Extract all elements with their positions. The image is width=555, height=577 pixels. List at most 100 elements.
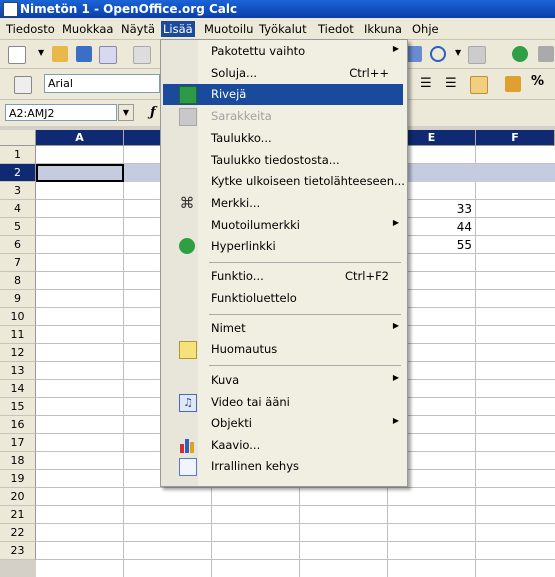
merge-cells-icon[interactable]	[470, 76, 488, 94]
row-header-8[interactable]: 8	[0, 272, 36, 290]
menu-muokkaa[interactable]: Muokkaa	[60, 21, 115, 37]
media-icon: ♫	[179, 394, 197, 412]
menu-item-irrallinen-kehys[interactable]: Irrallinen kehys	[163, 456, 403, 477]
percent-icon[interactable]: %	[531, 74, 544, 89]
menu-muotoilu[interactable]: Muotoilu	[202, 21, 255, 37]
menu-tyokalut[interactable]: Työkalut	[257, 21, 309, 37]
function-wizard-icon[interactable]: ƒ	[150, 105, 156, 120]
row-header-11[interactable]: 11	[0, 326, 36, 344]
menu-item-soluja[interactable]: Soluja... Ctrl++	[163, 63, 403, 84]
styles-icon[interactable]	[14, 76, 32, 94]
note-icon	[179, 341, 197, 359]
submenu-arrow-icon: ▶	[392, 416, 399, 425]
new-dropdown-icon[interactable]: ▼	[38, 48, 44, 57]
menu-item-nimet[interactable]: Nimet ▶	[163, 318, 403, 339]
title-bar: Nimetön 1 - OpenOffice.org Calc	[0, 0, 555, 18]
submenu-arrow-icon: ▶	[392, 373, 399, 382]
shortcut-funktio: Ctrl+F2	[344, 269, 389, 283]
menu-ohje[interactable]: Ohje	[410, 21, 441, 37]
menu-ikkuna[interactable]: Ikkuna	[362, 21, 404, 37]
column-header-a[interactable]: A	[36, 130, 124, 146]
menu-item-taulukko-tiedostosta[interactable]: Taulukko tiedostosta...	[163, 150, 403, 171]
menu-item-funktio[interactable]: Funktio... Ctrl+F2	[163, 266, 403, 287]
row-header-4[interactable]: 4	[0, 200, 36, 218]
menu-bar: Tiedosto Muokkaa Näytä Lisää Muotoilu Ty…	[0, 18, 555, 40]
paintbrush-icon[interactable]	[406, 46, 422, 62]
row-header-17[interactable]: 17	[0, 434, 36, 452]
row-header-20[interactable]: 20	[0, 488, 36, 506]
submenu-arrow-icon: ▶	[392, 44, 399, 53]
gallery-icon[interactable]	[538, 46, 554, 62]
row-header-15[interactable]: 15	[0, 398, 36, 416]
currency-icon[interactable]	[505, 76, 521, 92]
menu-separator	[209, 314, 401, 315]
menu-item-muotoilumerkki[interactable]: Muotoilumerkki ▶	[163, 215, 403, 236]
row-header-12[interactable]: 12	[0, 344, 36, 362]
menu-item-objekti[interactable]: Objekti ▶	[163, 413, 403, 434]
row-header-5[interactable]: 5	[0, 218, 36, 236]
name-box-dropdown-icon[interactable]: ▼	[118, 104, 134, 121]
chart-icon	[179, 437, 195, 453]
font-name-input[interactable]: Arial	[44, 74, 160, 93]
menu-item-huomautus[interactable]: Huomautus	[163, 339, 403, 360]
email-icon[interactable]	[99, 46, 117, 64]
window-title: Nimetön 1 - OpenOffice.org Calc	[20, 2, 238, 16]
menu-item-sarakkeita: Sarakkeita	[163, 106, 403, 127]
row-header-18[interactable]: 18	[0, 452, 36, 470]
row-header-21[interactable]: 21	[0, 506, 36, 524]
hyperlink-icon	[179, 238, 195, 254]
app-icon	[3, 2, 18, 17]
floating-frame-icon	[179, 458, 197, 476]
align-justify-icon[interactable]: ☰	[445, 76, 457, 91]
menu-item-merkki[interactable]: ⌘ Merkki...	[163, 193, 403, 214]
insert-rows-icon	[179, 86, 197, 104]
row-header-23[interactable]: 23	[0, 542, 36, 560]
open-folder-icon[interactable]	[52, 46, 68, 62]
row-header-2[interactable]: 2	[0, 164, 36, 182]
insert-menu: Pakotettu vaihto ▶ Soluja... Ctrl++ Rive…	[160, 39, 408, 487]
menu-tiedot[interactable]: Tiedot	[316, 21, 356, 37]
menu-nayta[interactable]: Näytä	[119, 21, 157, 37]
edit-file-icon[interactable]	[133, 46, 151, 64]
align-center-icon[interactable]: ☰	[420, 76, 432, 91]
undo-dropdown-icon[interactable]: ▼	[455, 48, 461, 57]
menu-item-funktioluettelo[interactable]: Funktioluettelo	[163, 288, 403, 309]
menu-separator	[209, 365, 401, 366]
column-header-f[interactable]: F	[476, 130, 555, 146]
menu-item-taulukko[interactable]: Taulukko...	[163, 128, 403, 149]
menu-item-kuva[interactable]: Kuva ▶	[163, 370, 403, 391]
navigator-icon[interactable]	[512, 46, 528, 62]
save-icon[interactable]	[76, 46, 92, 62]
row-header-9[interactable]: 9	[0, 290, 36, 308]
insert-columns-icon	[179, 108, 197, 126]
row-header-13[interactable]: 13	[0, 362, 36, 380]
menu-lisaa[interactable]: Lisää	[161, 21, 195, 37]
menu-item-riveja[interactable]: Rivejä	[163, 84, 403, 105]
menu-item-pakotettu-vaihto[interactable]: Pakotettu vaihto ▶	[163, 41, 403, 62]
menu-item-video-tai-aani[interactable]: ♫ Video tai ääni	[163, 392, 403, 413]
menu-item-kaavio[interactable]: Kaavio...	[163, 435, 403, 456]
row-header-1[interactable]: 1	[0, 146, 36, 164]
row-header-19[interactable]: 19	[0, 470, 36, 488]
row-header-10[interactable]: 10	[0, 308, 36, 326]
menu-separator	[209, 262, 401, 263]
active-cell-a2[interactable]	[36, 164, 124, 182]
shortcut-soluja: Ctrl++	[349, 66, 389, 80]
new-document-icon[interactable]	[8, 46, 26, 64]
row-header-7[interactable]: 7	[0, 254, 36, 272]
submenu-arrow-icon: ▶	[392, 321, 399, 330]
row-header-6[interactable]: 6	[0, 236, 36, 254]
undo-icon[interactable]	[430, 46, 446, 62]
row-header-14[interactable]: 14	[0, 380, 36, 398]
row-header-3[interactable]: 3	[0, 182, 36, 200]
menu-item-hyperlinkki[interactable]: Hyperlinkki	[163, 236, 403, 257]
menu-item-kytke-ulkoiseen[interactable]: Kytke ulkoiseen tietolähteeseen...	[163, 171, 405, 192]
special-character-icon: ⌘	[179, 194, 195, 212]
redo-icon[interactable]	[468, 46, 486, 64]
row-header-16[interactable]: 16	[0, 416, 36, 434]
name-box[interactable]: A2:AMJ2	[5, 104, 117, 121]
select-all-corner[interactable]	[0, 130, 36, 146]
submenu-arrow-icon: ▶	[392, 218, 399, 227]
menu-tiedosto[interactable]: Tiedosto	[4, 21, 57, 37]
row-header-22[interactable]: 22	[0, 524, 36, 542]
